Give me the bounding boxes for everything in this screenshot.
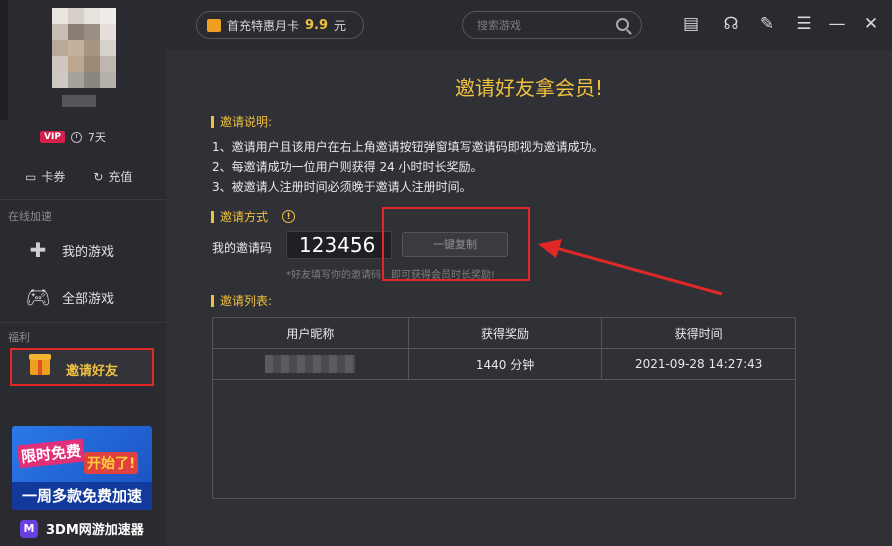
promo-banner[interactable]: 限时免费 开始了! 一周多款免费加速	[12, 426, 152, 510]
rules-heading: 邀请说明:	[211, 113, 272, 130]
brand-logo-icon: M	[20, 519, 38, 538]
ticket-icon: ▭	[25, 169, 37, 184]
reward-cell: 1440 分钟	[407, 348, 603, 380]
vip-badge: VIP	[40, 131, 65, 143]
account-actions: ▭ 卡券 ↻ 充值	[25, 168, 132, 185]
gift-icon	[207, 18, 221, 32]
brand: M 3DM网游加速器	[20, 519, 144, 538]
divider	[0, 199, 166, 200]
search-input[interactable]: 搜索游戏	[462, 11, 642, 39]
divider	[0, 322, 166, 323]
avatar[interactable]	[52, 8, 116, 88]
recharge-button[interactable]: ↻ 充值	[93, 168, 132, 185]
vip-days: 7天	[87, 131, 106, 144]
headset-icon[interactable]: ☊	[720, 13, 742, 35]
table-empty-area	[212, 379, 796, 499]
invite-code-label: 我的邀请码	[212, 241, 273, 255]
annotation-box	[382, 207, 530, 281]
minimize-icon[interactable]: —	[826, 13, 848, 35]
monthly-card-promo[interactable]: 首充特惠月卡 9.9 元	[196, 11, 364, 39]
list-heading: 邀请列表:	[211, 292, 272, 309]
gift-icon	[29, 354, 51, 375]
invite-code-value: 123456	[286, 231, 392, 259]
table-header: 用户昵称 获得奖励 获得时间	[212, 317, 796, 349]
clock-icon	[70, 131, 82, 143]
main-panel: 邀请好友拿会员! 邀请说明: 1、邀请用户且该用户在右上角邀请按钮弹窗填写邀请码…	[166, 50, 892, 546]
rule-item: 1、邀请用户且该用户在右上角邀请按钮弹窗填写邀请码即视为邀请成功。	[212, 140, 604, 154]
edit-icon[interactable]: ✎	[756, 13, 778, 35]
table-row: 1440 分钟 2021-09-28 14:27:43	[212, 348, 796, 380]
sidebar: VIP 7天 ▭ 卡券 ↻ 充值 在线加速 ✚ 我的游戏 🎮︎ 全部游戏 福利 邀请…	[0, 0, 166, 546]
rule-item: 3、被邀请人注册时间必须晚于邀请人注册时间。	[212, 180, 472, 194]
column-nickname: 用户昵称	[212, 317, 409, 349]
menu-icon[interactable]: ☰	[793, 13, 815, 35]
recharge-icon: ↻	[93, 169, 104, 184]
search-icon[interactable]	[616, 18, 629, 31]
rule-item: 2、每邀请成功一位用户则获得 24 小时时长奖励。	[212, 160, 483, 174]
sidebar-item-all-games[interactable]: 🎮︎ 全部游戏	[25, 285, 114, 309]
sidebar-item-invite-friends[interactable]: 邀请好友	[10, 348, 154, 386]
section-online-label: 在线加速	[8, 210, 52, 223]
time-cell: 2021-09-28 14:27:43	[601, 348, 796, 380]
section-welfare-label: 福利	[8, 331, 30, 344]
sidebar-item-my-games[interactable]: ✚ 我的游戏	[26, 238, 114, 262]
invite-code-icon[interactable]: ▤	[680, 13, 702, 35]
coupon-button[interactable]: ▭ 卡券	[25, 168, 65, 185]
annotation-arrow-icon	[538, 239, 723, 296]
column-reward: 获得奖励	[407, 317, 603, 349]
nickname-cell	[212, 348, 409, 380]
username	[62, 95, 96, 107]
vip-status: VIP 7天	[40, 129, 106, 145]
topbar: 首充特惠月卡 9.9 元 搜索游戏 ▤ ☊ ✎ ☰ — ✕	[166, 0, 892, 50]
warning-icon[interactable]: !	[282, 210, 296, 223]
close-icon[interactable]: ✕	[860, 13, 882, 35]
invite-table: 用户昵称 获得奖励 获得时间 1440 分钟 2021-09-28 14:27:…	[212, 317, 796, 499]
page-title: 邀请好友拿会员!	[454, 76, 604, 100]
sidebar-edge	[0, 0, 8, 120]
nickname-blurred	[265, 355, 356, 373]
gamepad-plus-icon: ✚	[29, 238, 47, 262]
column-time: 获得时间	[601, 317, 796, 349]
gamepad-icon: 🎮︎	[25, 285, 51, 309]
method-heading: 邀请方式 !	[211, 208, 296, 225]
